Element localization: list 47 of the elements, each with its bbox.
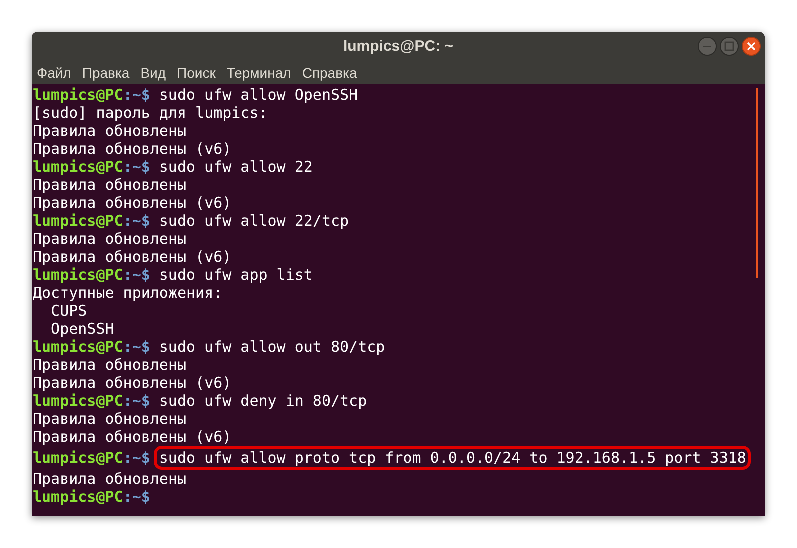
output-text: Правила обновлены [33,470,187,488]
output-text: Правила обновлены [33,176,187,194]
output-text: Правила обновлены [33,122,187,140]
command-text: sudo ufw allow 22/tcp [159,212,350,230]
prompt-user: lumpics@PC [33,86,124,104]
output-text: Правила обновлены [33,410,187,428]
output-text: Доступные приложения: [33,284,223,302]
output-text: OpenSSH [50,320,114,338]
output-text: Правила обновлены [33,230,187,248]
close-icon[interactable] [742,37,761,56]
prompt-user: lumpics@PC [33,338,124,356]
output-text: [sudo] пароль для lumpics: [33,104,268,122]
menu-item[interactable]: Справка [302,62,358,84]
prompt-user: lumpics@PC [33,158,124,176]
menu-item[interactable]: Терминал [226,62,292,84]
command-text: sudo ufw allow OpenSSH [159,86,358,104]
menu-item[interactable]: Вид [140,62,166,84]
output-text: CUPS [50,302,88,320]
highlighted-command: sudo ufw allow proto tcp from 0.0.0.0/24 to 192.168.1.5 port 3318 [154,446,752,470]
prompt-user: lumpics@PC [33,392,124,410]
output-text: Правила обновлены (v6) [33,248,232,266]
command-text: sudo ufw app list [159,266,313,284]
prompt-path: :~$ [123,449,152,467]
prompt-path: :~$ [123,338,152,356]
command-text: sudo ufw allow 22 [159,158,313,176]
menu-item[interactable]: Поиск [177,62,216,84]
output-text: Правила обновлены [33,356,187,374]
prompt-path: :~$ [123,266,152,284]
prompt-user: lumpics@PC [33,488,124,506]
menu-item[interactable]: Правка [82,62,130,84]
output-text: Правила обновлены (v6) [33,194,232,212]
prompt-user: lumpics@PC [33,449,124,467]
command-text: sudo ufw allow out 80/tcp [159,338,386,356]
window-title: lumpics@PC: ~ [343,36,454,57]
prompt-path: :~$ [123,86,152,104]
command-text: sudo ufw deny in 80/tcp [159,392,368,410]
prompt-path: :~$ [123,392,152,410]
prompt-path: :~$ [123,158,152,176]
output-text: Правила обновлены (v6) [33,140,232,158]
menu-item[interactable]: Файл [37,62,72,84]
output-text: Правила обновлены (v6) [33,374,232,392]
minimize-icon[interactable] [698,37,717,56]
prompt-user: lumpics@PC [33,212,124,230]
output-text: Правила обновлены (v6) [33,428,232,446]
prompt-path: :~$ [123,212,152,230]
prompt-path: :~$ [123,488,152,506]
prompt-user: lumpics@PC [33,266,124,284]
